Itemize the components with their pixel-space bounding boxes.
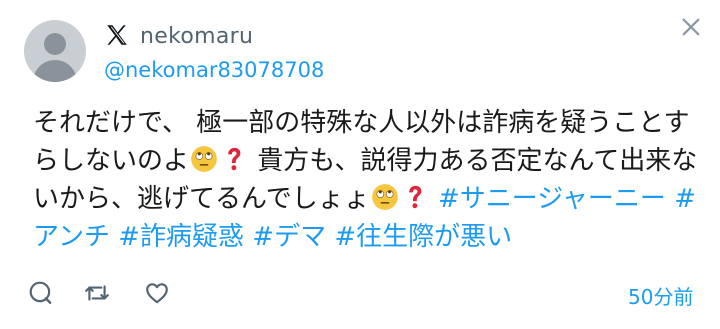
- tweet-text-segment: [666, 184, 674, 214]
- tweet-text-segment: [430, 184, 438, 214]
- avatar-body-shape: [33, 60, 77, 82]
- red-question-mark-emoji: [408, 185, 422, 209]
- like-icon[interactable]: [144, 280, 170, 306]
- tweet-text: それだけで、 極一部の特殊な人以外は詐病を疑うことすらしないのよ 貴方も、説得力…: [33, 104, 705, 256]
- tweet-text-segment: [110, 222, 118, 252]
- close-icon[interactable]: [680, 16, 702, 38]
- reply-icon[interactable]: [28, 280, 54, 306]
- author-handle[interactable]: @nekomar83078708: [104, 58, 324, 82]
- author-display-name[interactable]: nekomaru: [140, 24, 253, 49]
- tweet-timestamp[interactable]: 50分前: [628, 281, 693, 310]
- eye-roll-emoji: [191, 146, 217, 172]
- hashtag-link[interactable]: #往生際が悪い: [334, 222, 512, 252]
- eye-roll-emoji: [371, 184, 398, 210]
- retweet-icon[interactable]: [84, 280, 110, 306]
- x-logo-icon: [107, 25, 127, 45]
- red-question-mark-emoji: [228, 147, 241, 171]
- default-avatar-icon: [44, 33, 66, 55]
- hashtag-link[interactable]: #詐病疑惑: [118, 222, 244, 252]
- hashtag-link[interactable]: #デマ: [252, 222, 326, 252]
- avatar[interactable]: [24, 20, 86, 82]
- hashtag-link[interactable]: #サニージャーニー: [438, 184, 666, 214]
